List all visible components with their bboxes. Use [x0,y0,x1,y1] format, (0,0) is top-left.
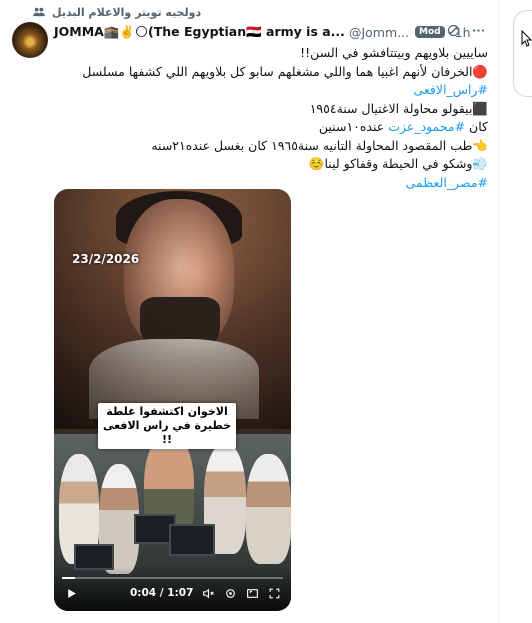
community-label: دولجيه تويتر والاعلام البديل [52,5,202,19]
figure [246,454,291,564]
author-name[interactable]: JOMMA🕋✌️🌕(The Egyptian🇪🇬 army is a... [54,24,345,40]
video-player[interactable]: 23/2/2026 الاخوان اكتشفوا غلطة خطيرة في … [54,189,291,611]
text-line-with-hashtag: كان #محمود_عزت عنده١٠سنين [48,118,488,137]
hashtag-link[interactable]: #محمود_عزت [388,119,465,134]
text-line: 👈طب المقصود المحاولة التانيه سنة١٩٦٥ كان… [151,137,488,153]
pip-icon[interactable] [246,587,259,600]
play-icon[interactable] [65,587,78,600]
progress-bar[interactable] [62,577,283,579]
settings-gear-icon[interactable] [224,587,237,600]
control-icons [202,587,281,600]
text-fragment: عنده١٠سنين [318,119,389,134]
tweet-header: JOMMA🕋✌️🌕(The Egyptian🇪🇬 army is a... @J… [54,22,494,42]
fullscreen-icon[interactable] [268,587,281,600]
video-caption-overlay: الاخوان اكتشفوا غلطة خطيرة في راس الافعى… [98,403,236,449]
laptop [169,524,215,556]
text-line: 💨وشكو في الحيطة وقفاكو لينا☺️ [308,156,488,171]
right-sidebar-panel [513,10,532,97]
more-icon[interactable] [471,23,486,38]
progress-fill [62,577,76,579]
mute-icon[interactable] [202,587,215,600]
column-divider [498,0,499,623]
grok-icon[interactable] [446,23,461,38]
text-line: 🔴الخرفان لأنهم اغبيا هما واللي مشغلهم سا… [82,63,488,79]
community-context[interactable]: دولجيه تويتر والاعلام البديل [32,5,201,19]
video-vignette [54,189,291,429]
mouse-pointer-icon [521,30,532,47]
author-handle[interactable]: @Jomm... [349,25,409,40]
text-line: ساييين بلاويهم وبيتتافشو في السن!! [300,45,488,60]
mod-badge: Mod [415,26,445,38]
video-time: 0:04 / 1:07 [130,587,194,599]
people-icon [33,7,45,17]
tweet-text: ساييين بلاويهم وبيتتافشو في السن!! 🔴الخر… [48,44,488,192]
video-date-overlay: 23/2/2026 [72,252,140,266]
hashtag-link[interactable]: #راس_الافعى [48,81,488,100]
header-actions [446,23,486,38]
controls-row: 0:04 / 1:07 [54,585,291,601]
text-line: ⬛بيقولو محاولة الاغتيال سنة١٩٥٤ [309,100,488,116]
video-controls: 0:04 / 1:07 [54,567,291,611]
avatar[interactable] [12,22,48,58]
tweet[interactable]: دولجيه تويتر والاعلام البديل JOMMA🕋✌️🌕(T… [0,0,500,623]
text-fragment: كان [465,119,488,134]
